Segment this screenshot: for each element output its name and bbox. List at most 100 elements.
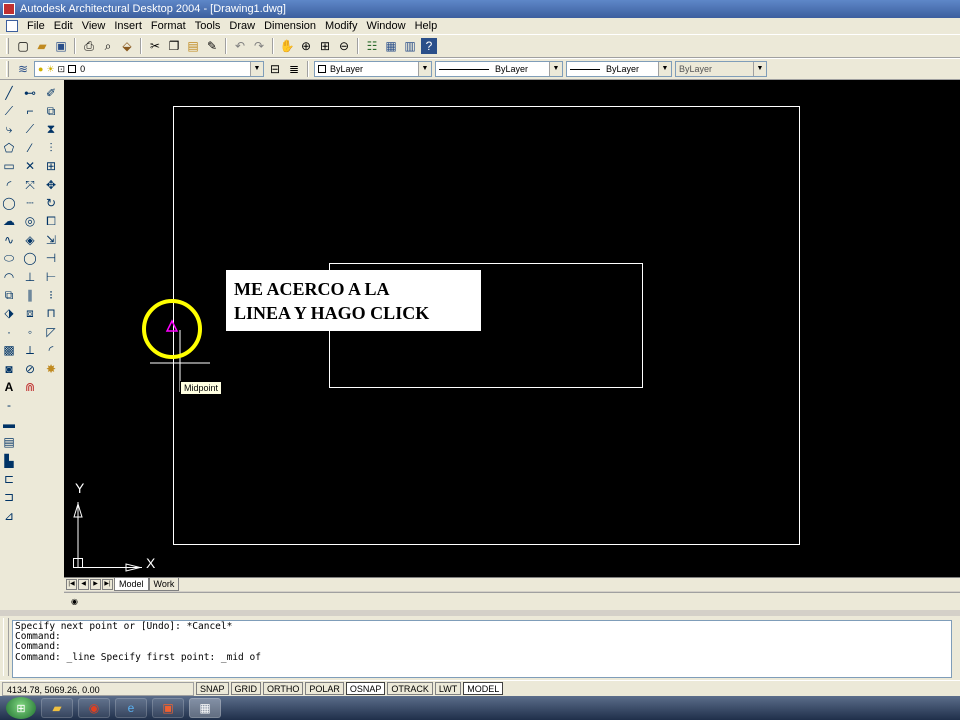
ortho-toggle[interactable]: ORTHO: [263, 682, 304, 695]
scroll-target-icon[interactable]: ◉: [71, 597, 81, 607]
publish-icon[interactable]: ⬙: [119, 38, 135, 54]
redo-icon[interactable]: ↷: [251, 38, 267, 54]
door-tool-icon[interactable]: ⊏: [0, 470, 18, 487]
lwt-toggle[interactable]: LWT: [434, 682, 462, 695]
erase-icon[interactable]: ✐: [42, 84, 60, 101]
move-icon[interactable]: ✥: [42, 176, 60, 193]
paste-icon[interactable]: ▤: [185, 38, 201, 54]
save-icon[interactable]: ▣: [53, 38, 69, 54]
polyline-icon[interactable]: ⤷: [0, 121, 18, 138]
rectangle-icon[interactable]: ▭: [0, 158, 18, 175]
snap-quadrant-icon[interactable]: ◈: [21, 231, 39, 248]
snap-apparent-intersection-icon[interactable]: ⤧: [21, 176, 39, 193]
explorer-taskbar-button[interactable]: ▰: [41, 698, 73, 718]
menu-insert[interactable]: Insert: [111, 20, 148, 32]
snap-midpoint-icon[interactable]: ⁄: [21, 139, 39, 156]
start-button[interactable]: ⊞: [6, 697, 36, 719]
browser-taskbar-button[interactable]: e: [115, 698, 147, 718]
menu-file[interactable]: File: [24, 20, 51, 32]
zoom-previous-icon[interactable]: ⊖: [336, 38, 352, 54]
snap-parallel-icon[interactable]: ∥: [21, 286, 39, 303]
copy-icon[interactable]: ❐: [166, 38, 182, 54]
snap-endpoint-icon[interactable]: ⟋: [21, 121, 39, 138]
chevron-down-icon[interactable]: ▼: [418, 62, 431, 76]
stretch-icon[interactable]: ⇲: [42, 231, 60, 248]
make-current-layer-icon[interactable]: ⊟: [267, 61, 283, 77]
last-tab-button[interactable]: ▶|: [102, 579, 113, 590]
wall-tool-icon[interactable]: ▙: [0, 452, 18, 469]
layer-dropdown[interactable]: ● ☀ ⊡ 0 ▼: [34, 61, 264, 77]
document-icon[interactable]: [6, 20, 18, 32]
preview-icon[interactable]: ⌕: [100, 38, 116, 54]
ellipse-arc-icon[interactable]: ◠: [0, 268, 18, 285]
layer-manager-icon[interactable]: ≋: [15, 61, 31, 77]
layer-states-icon[interactable]: ▤: [0, 433, 18, 450]
otrack-toggle[interactable]: OTRACK: [387, 682, 433, 695]
drawing-svg[interactable]: [64, 80, 960, 577]
multiline-text-icon[interactable]: A: [0, 378, 18, 395]
plotstyle-dropdown[interactable]: ByLayer ▼: [675, 61, 767, 77]
circle-icon[interactable]: ◯: [0, 194, 18, 211]
menu-draw[interactable]: Draw: [226, 20, 261, 32]
tab-work[interactable]: Work: [148, 578, 180, 591]
print-icon[interactable]: ⎙: [81, 38, 97, 54]
window-tool-icon[interactable]: ⊐: [0, 489, 18, 506]
ellipse-icon[interactable]: ⬭: [0, 250, 18, 267]
model-toggle[interactable]: MODEL: [463, 682, 504, 695]
chevron-down-icon[interactable]: ▼: [250, 62, 263, 76]
app-icon[interactable]: [3, 3, 15, 15]
polar-toggle[interactable]: POLAR: [305, 682, 344, 695]
linetype-dropdown[interactable]: ByLayer ▼: [435, 61, 563, 77]
revision-cloud-icon[interactable]: ☁: [0, 213, 18, 230]
region-icon[interactable]: ◙: [0, 360, 18, 377]
osnap-toggle[interactable]: OSNAP: [345, 682, 386, 695]
osnap-settings-icon[interactable]: ⋒: [21, 378, 39, 395]
construction-line-icon[interactable]: ⟋: [0, 102, 18, 119]
spline-icon[interactable]: ∿: [0, 231, 18, 248]
break-at-point-icon[interactable]: ⁝: [42, 286, 60, 303]
lineweight-dropdown[interactable]: ByLayer ▼: [566, 61, 672, 77]
command-window-grip[interactable]: [3, 618, 9, 676]
rotate-icon[interactable]: ↻: [42, 194, 60, 211]
new-icon[interactable]: ▢: [15, 38, 31, 54]
menu-window[interactable]: Window: [363, 20, 411, 32]
cut-icon[interactable]: ✂: [147, 38, 163, 54]
object-snap-toolbar-icon[interactable]: ▬: [0, 415, 18, 432]
design-center-icon[interactable]: ▦: [383, 38, 399, 54]
snap-perpendicular-icon[interactable]: ⊥: [21, 268, 39, 285]
chevron-down-icon[interactable]: ▼: [753, 62, 766, 76]
menu-tools[interactable]: Tools: [192, 20, 227, 32]
coordinate-display[interactable]: 4134.78, 5069.26, 0.00: [2, 681, 194, 696]
menu-dimension[interactable]: Dimension: [261, 20, 322, 32]
toolbar-grip[interactable]: [6, 61, 9, 77]
previous-tab-button[interactable]: ◀: [78, 579, 89, 590]
snap-nearest-icon[interactable]: ⟂: [21, 341, 39, 358]
chevron-down-icon[interactable]: ▼: [658, 62, 671, 76]
open-icon[interactable]: ▰: [34, 38, 50, 54]
media-player-taskbar-button[interactable]: ◉: [78, 698, 110, 718]
drawing-canvas[interactable]: Y X ME ACERCO A LA LINEA Y HAGO CLICK Mi…: [64, 80, 960, 577]
zoom-window-icon[interactable]: ⊞: [317, 38, 333, 54]
tool-palettes-icon[interactable]: ▥: [402, 38, 418, 54]
menu-edit[interactable]: Edit: [51, 20, 79, 32]
trim-icon[interactable]: ⊣: [42, 250, 60, 267]
chamfer-icon[interactable]: ◸: [42, 323, 60, 340]
break-icon[interactable]: ⊓: [42, 305, 60, 322]
scale-icon[interactable]: ⧠: [42, 213, 60, 230]
pan-icon[interactable]: ✋: [279, 38, 295, 54]
first-tab-button[interactable]: |◀: [66, 579, 77, 590]
office-taskbar-button[interactable]: ▣: [152, 698, 184, 718]
extend-icon[interactable]: ⊢: [42, 268, 60, 285]
line-icon[interactable]: ╱: [0, 84, 18, 101]
help-icon[interactable]: ?: [421, 38, 437, 54]
explode-icon[interactable]: ✸: [42, 360, 60, 377]
array-icon[interactable]: ⊞: [42, 158, 60, 175]
snap-from-icon[interactable]: ⌐: [21, 102, 39, 119]
toolbar-grip[interactable]: [6, 38, 9, 54]
autocad-taskbar-button[interactable]: ▦: [189, 698, 221, 718]
snap-tangent-icon[interactable]: ◯: [21, 250, 39, 267]
point-icon[interactable]: ·: [0, 323, 18, 340]
temporary-tracking-icon[interactable]: ⊷: [21, 84, 39, 101]
color-dropdown[interactable]: ByLayer ▼: [314, 61, 432, 77]
menu-format[interactable]: Format: [148, 20, 192, 32]
